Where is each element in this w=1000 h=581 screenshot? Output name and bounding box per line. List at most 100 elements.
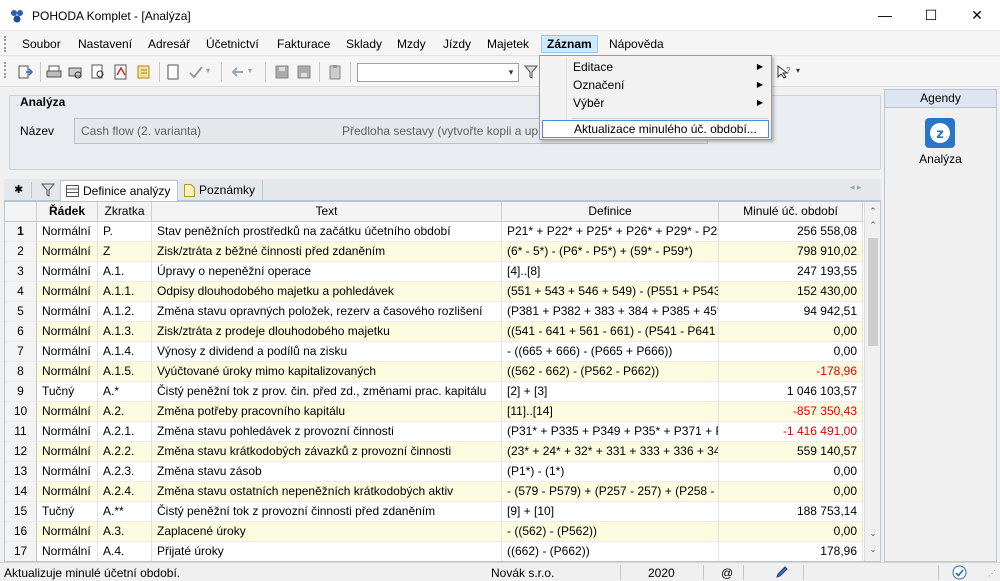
text-cell[interactable]: Vyúčtované úroky mimo kapitalizovaných xyxy=(152,362,502,382)
previous-period-cell[interactable]: 798 910,02 xyxy=(719,242,863,262)
code-cell[interactable]: A.2.2. xyxy=(98,442,152,462)
header-radek[interactable]: Řádek xyxy=(37,202,98,222)
row-type-cell[interactable]: Normální xyxy=(37,262,98,282)
help-cursor-icon[interactable]: ? xyxy=(776,64,792,80)
row-type-cell[interactable]: Normální xyxy=(37,482,98,502)
back-dropdown-icon[interactable]: ▾ xyxy=(248,66,252,75)
previous-period-cell[interactable]: 0,00 xyxy=(719,522,863,542)
definition-cell[interactable]: ((562 - 662) - (P562 - P662)) xyxy=(502,362,719,382)
previous-period-cell[interactable]: 0,00 xyxy=(719,342,863,362)
text-cell[interactable]: Čistý peněžní tok z provozní činnosti př… xyxy=(152,502,502,522)
table-row[interactable]: 4 Normální A.1.1. Odpisy dlouhodobého majet… xyxy=(5,282,863,302)
row-type-cell[interactable]: Tučný xyxy=(37,382,98,402)
previous-period-cell[interactable]: -178,96 xyxy=(719,362,863,382)
definition-cell[interactable]: [11]..[14] xyxy=(502,402,719,422)
preview-icon[interactable] xyxy=(90,64,106,80)
tab-poznamky[interactable]: Poznámky xyxy=(180,180,263,201)
code-cell[interactable]: A.2.4. xyxy=(98,482,152,502)
menu-item-aktualizace[interactable]: Aktualizace minulého úč. období... xyxy=(542,120,769,138)
code-cell[interactable]: A.1.2. xyxy=(98,302,152,322)
text-cell[interactable]: Přijaté úroky xyxy=(152,542,502,561)
previous-period-cell[interactable]: 152 430,00 xyxy=(719,282,863,302)
definition-cell[interactable]: - ((665 + 666) - (P665 + P666)) xyxy=(502,342,719,362)
header-minule-obdobi[interactable]: Minulé úč. období xyxy=(719,202,863,222)
previous-period-cell[interactable]: 188 753,14 xyxy=(719,502,863,522)
row-type-cell[interactable]: Normální xyxy=(37,302,98,322)
text-cell[interactable]: Zisk/ztráta z prodeje dlouhodobého majet… xyxy=(152,322,502,342)
menu-majetek[interactable]: Majetek xyxy=(481,35,535,53)
code-cell[interactable]: P. xyxy=(98,222,152,242)
row-type-cell[interactable]: Normální xyxy=(37,362,98,382)
table-row[interactable]: 2 Normální Z Zisk/ztráta z běžné činnosti p… xyxy=(5,242,863,262)
minimize-button[interactable]: — xyxy=(862,0,908,31)
menu-sklady[interactable]: Sklady xyxy=(340,35,388,53)
row-type-cell[interactable]: Normální xyxy=(37,342,98,362)
code-cell[interactable]: A.3. xyxy=(98,522,152,542)
table-row[interactable]: 6 Normální A.1.3. Zisk/ztráta z prodeje dlo… xyxy=(5,322,863,342)
scroll-down-icon[interactable]: ⌄ xyxy=(865,526,880,540)
text-cell[interactable]: Změna stavu pohledávek z provozní činnos… xyxy=(152,422,502,442)
analyza-agenda-icon[interactable]: z xyxy=(924,117,956,149)
new-record-icon[interactable] xyxy=(165,64,181,80)
close-button[interactable]: ✕ xyxy=(954,0,1000,31)
definition-cell[interactable]: (P381 + P382 + 383 + 384 + P385 + 45*) xyxy=(502,302,719,322)
definition-cell[interactable]: [4]..[8] xyxy=(502,262,719,282)
code-cell[interactable]: A.2. xyxy=(98,402,152,422)
previous-period-cell[interactable]: -857 350,43 xyxy=(719,402,863,422)
code-cell[interactable]: A.2.1. xyxy=(98,422,152,442)
scroll-up-icon[interactable]: ⌃ xyxy=(865,218,880,232)
definition-cell[interactable]: (6* - 5*) - (P6* - P5*) + (59* - P59*) xyxy=(502,242,719,262)
text-cell[interactable]: Úpravy o nepeněžní operace xyxy=(152,262,502,282)
table-row[interactable]: 8 Normální A.1.5. Vyúčtované úroky mimo kap… xyxy=(5,362,863,382)
definition-cell[interactable]: P21* + P22* + P25* + P26* + P29* - P25 xyxy=(502,222,719,242)
row-type-cell[interactable]: Normální xyxy=(37,242,98,262)
filter-icon[interactable] xyxy=(524,64,538,80)
ok-check-icon[interactable] xyxy=(952,565,967,580)
menu-soubor[interactable]: Soubor xyxy=(16,35,67,53)
check-icon[interactable] xyxy=(188,64,204,80)
code-cell[interactable]: A.1.1. xyxy=(98,282,152,302)
text-cell[interactable]: Čistý peněžní tok z prov. čin. před zd.,… xyxy=(152,382,502,402)
menu-item-oznaceni[interactable]: Označení ▶ xyxy=(542,76,769,94)
export-icon[interactable] xyxy=(136,64,152,80)
table-row[interactable]: 9 Tučný A.* Čistý peněžní tok z prov. čin. … xyxy=(5,382,863,402)
definition-cell[interactable]: (P31* + P335 + P349 + P35* + P371 + P xyxy=(502,422,719,442)
text-cell[interactable]: Výnosy z dividend a podílů na zisku xyxy=(152,342,502,362)
previous-period-cell[interactable]: 0,00 xyxy=(719,322,863,342)
pen-icon[interactable] xyxy=(775,565,789,579)
menu-item-editace[interactable]: Editace ▶ xyxy=(542,58,769,76)
code-cell[interactable]: A.1. xyxy=(98,262,152,282)
menu-ucetnictvi[interactable]: Účetnictví xyxy=(200,35,265,53)
table-row[interactable]: 17 Normální A.4. Přijaté úroky ((662) - (P66… xyxy=(5,542,863,561)
resize-grip-icon[interactable]: ⋰ xyxy=(988,569,996,578)
definition-cell[interactable]: ((541 - 641 + 561 - 661) - (P541 - P641 … xyxy=(502,322,719,342)
row-type-cell[interactable]: Normální xyxy=(37,282,98,302)
scroll-bottom-icon[interactable]: ⌄ xyxy=(865,542,880,556)
row-type-cell[interactable]: Normální xyxy=(37,222,98,242)
table-row[interactable]: 15 Tučný A.** Čistý peněžní tok z provozní … xyxy=(5,502,863,522)
exit-agenda-icon[interactable] xyxy=(17,64,33,80)
quick-search-combo[interactable]: ▾ xyxy=(357,63,519,82)
code-cell[interactable]: A.1.4. xyxy=(98,342,152,362)
row-type-cell[interactable]: Normální xyxy=(37,442,98,462)
save-icon[interactable] xyxy=(274,64,290,80)
row-type-cell[interactable]: Normální xyxy=(37,402,98,422)
definition-cell[interactable]: - (579 - P579) + (P257 - 257) + (P258 - … xyxy=(502,482,719,502)
header-zkratka[interactable]: Zkratka xyxy=(98,202,152,222)
print-icon[interactable] xyxy=(46,64,62,80)
print-preview-icon[interactable] xyxy=(67,64,83,80)
definition-cell[interactable]: (551 + 543 + 546 + 549) - (P551 + P543 xyxy=(502,282,719,302)
row-type-cell[interactable]: Normální xyxy=(37,542,98,561)
previous-period-cell[interactable]: 559 140,57 xyxy=(719,442,863,462)
combo-dropdown-icon[interactable]: ▾ xyxy=(505,65,517,80)
text-cell[interactable]: Změna stavu zásob xyxy=(152,462,502,482)
table-row[interactable]: 12 Normální A.2.2. Změna stavu krátkodobých… xyxy=(5,442,863,462)
vertical-scrollbar[interactable]: ⌃ ⌃ ⌄ ⌄ xyxy=(864,202,880,561)
row-type-cell[interactable]: Normální xyxy=(37,522,98,542)
check-dropdown-icon[interactable]: ▾ xyxy=(206,66,210,75)
menu-jizdy[interactable]: Jízdy xyxy=(437,35,477,53)
menu-adresar[interactable]: Adresář xyxy=(142,35,196,53)
tab-scroll-arrows[interactable]: ◂ ▸ xyxy=(850,182,862,193)
text-cell[interactable]: Změna stavu opravných položek, rezerv a … xyxy=(152,302,502,322)
row-type-cell[interactable]: Normální xyxy=(37,322,98,342)
